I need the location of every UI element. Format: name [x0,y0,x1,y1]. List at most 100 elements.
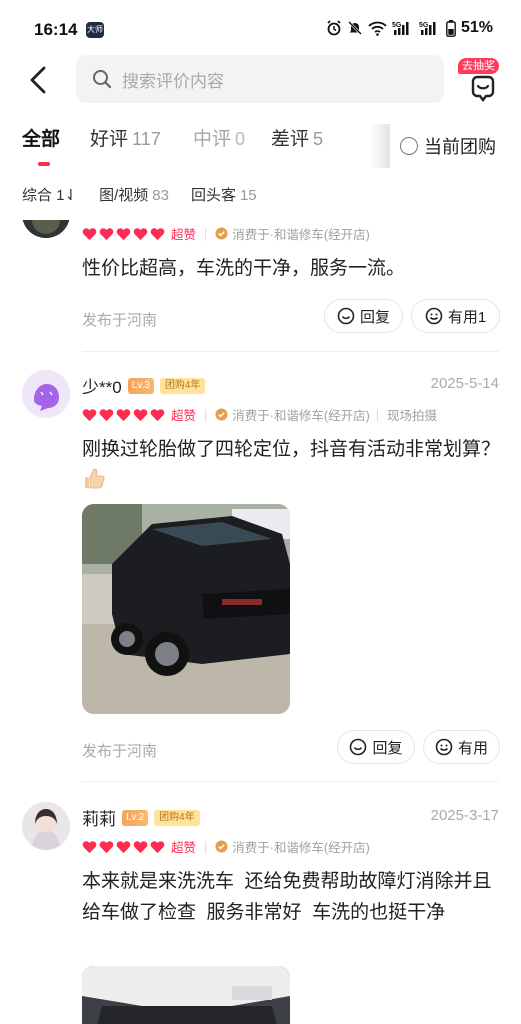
avatar[interactable] [22,220,70,238]
search-placeholder: 搜索评价内容 [122,71,224,91]
smile-icon [425,307,443,325]
group-years-badge: 团购4年 [154,809,200,826]
battery-icon [446,19,456,37]
rating-hearts [82,408,165,422]
lottery-button[interactable]: 去抽奖 [458,58,518,106]
review-text: 刚换过轮胎做了四轮定位，抖音有活动非常划算？ [82,439,501,460]
separator: | [204,226,208,241]
heart-icon [133,840,148,853]
status-time: 16:14 [34,20,78,39]
consume-store[interactable]: 消费于·和谐修车(经开店) [232,405,370,424]
search-input[interactable]: 搜索评价内容 [76,55,444,103]
filter-returning-label: 回头客 [190,187,236,204]
review-date: 2025-3-17 [430,807,499,824]
divider [82,781,499,782]
review-text-block: 刚换过轮胎做了四轮定位，抖音有活动非常划算？ [82,434,502,496]
tab-positive-count: 117 [132,129,161,149]
radio-icon [400,137,418,155]
avatar[interactable] [22,802,70,850]
heart-icon [82,227,97,240]
rating-hearts [82,840,165,854]
tab-scroll-fade [370,124,390,168]
back-button[interactable] [20,60,56,100]
filter-media-count: 83 [152,187,169,204]
heart-icon [99,227,114,240]
heart-icon [150,840,165,853]
username-row: 莉莉 Lv.2 团购4年 [82,805,200,830]
tab-positive[interactable]: 好评 117 [90,124,161,151]
filter-sort[interactable]: 综合 1⇃ [22,184,77,205]
search-icon [93,70,112,89]
chevron-left-icon [30,66,46,94]
filter-media[interactable]: 图/视频 83 [99,184,169,205]
smile-icon [435,738,453,756]
reply-label: 回复 [359,308,390,326]
reply-button[interactable]: 回复 [337,730,415,764]
tab-negative-count: 5 [313,129,324,149]
filter-returning[interactable]: 回头客 15 [191,184,257,205]
useful-button[interactable]: 有用 [423,730,500,764]
alarm-icon [327,20,341,36]
active-tab-indicator [38,162,50,166]
svg-text:5G: 5G [419,22,429,29]
battery-percent: 51% [460,19,493,36]
current-group-filter[interactable]: 当前团购 [400,133,496,159]
useful-button[interactable]: 有用1 [411,299,500,333]
rating-hearts [82,227,165,241]
tab-positive-label: 好评 [90,129,129,150]
level-badge: Lv.2 [122,809,149,826]
signal-5g-icon-2: 5G [419,21,436,35]
engine-photo [82,966,290,1024]
reply-icon [337,307,355,325]
heart-icon [150,408,165,421]
tab-neutral-count: 0 [235,129,246,149]
tab-neutral-label: 中评 [193,129,232,150]
username[interactable]: 莉莉 [82,805,116,830]
status-bar: 16:14 大师 5G 5G 51% [0,0,521,56]
super-label: 超赞 [171,409,197,423]
separator: | [204,839,208,854]
filter-row: 综合 1⇃ 图/视频 83 回头客 15 [22,184,257,205]
rating-row: 超赞 | 消费于·和谐修车(经开店) [82,224,370,243]
review-photo[interactable] [82,966,290,1024]
avatar[interactable] [22,370,70,418]
heart-icon [99,840,114,853]
heart-icon [133,227,148,240]
review-photo[interactable] [82,504,290,714]
separator: | [375,407,380,422]
divider [82,351,499,352]
post-location: 发布于河南 [82,312,158,329]
review-list[interactable]: 超赞 | 消费于·和谐修车(经开店) 性价比超高，车洗的干净，服务一流。 发布于… [0,220,521,1024]
tab-negative[interactable]: 差评 5 [271,124,323,151]
consume-store[interactable]: 消费于·和谐修车(经开店) [232,837,370,856]
tab-negative-label: 差评 [271,129,310,150]
tab-all[interactable]: 全部 [22,124,60,151]
heart-icon [150,227,165,240]
heart-icon [116,840,131,853]
heart-icon [82,408,97,421]
tab-all-label: 全部 [22,129,61,150]
thumbs-up-icon [85,468,105,489]
heart-icon [99,408,114,421]
wifi-icon [368,21,387,36]
super-label: 超赞 [171,228,197,242]
group-years-badge: 团购4年 [159,377,206,394]
username-row: 少**0 Lv.3 团购4年 [82,373,206,398]
reply-button[interactable]: 回复 [324,299,403,333]
consume-store[interactable]: 消费于·和谐修车(经开店) [232,224,370,243]
heart-icon [116,408,131,421]
current-group-label: 当前团购 [424,137,496,157]
status-icons: 5G 5G 51% [326,19,493,37]
heart-icon [133,408,148,421]
super-label: 超赞 [171,841,197,855]
svg-text:5G: 5G [392,22,402,29]
reply-label: 回复 [372,739,403,757]
mute-bell-icon [348,21,362,35]
tab-neutral[interactable]: 中评 0 [193,124,245,151]
signal-5g-icon: 5G [392,21,409,35]
filter-returning-count: 15 [239,187,257,204]
username[interactable]: 少**0 [82,373,122,398]
rating-row: 超赞 | 消费于·和谐修车(经开店) | 现场拍摄 [82,405,437,424]
filter-media-label: 图/视频 [99,187,149,204]
gift-bag-icon [471,75,495,102]
